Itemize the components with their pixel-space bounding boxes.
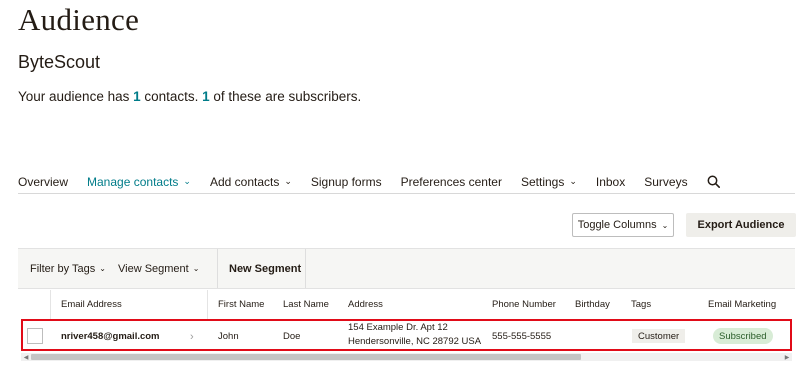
- new-segment-button[interactable]: New Segment: [218, 249, 306, 288]
- contacts-count: 1: [133, 89, 141, 104]
- filter-by-tags-label: Filter by Tags: [30, 262, 96, 275]
- row-checkbox[interactable]: [27, 328, 43, 344]
- nav-manage-contacts[interactable]: Manage contacts ⌄: [87, 173, 191, 191]
- export-audience-button[interactable]: Export Audience: [686, 213, 796, 237]
- search-icon[interactable]: [707, 175, 721, 189]
- nav-signup-forms-label: Signup forms: [310, 174, 382, 189]
- nav-add-contacts[interactable]: Add contacts ⌄: [210, 173, 292, 191]
- horizontal-scrollbar[interactable]: ◀ ▶: [21, 353, 792, 361]
- column-header-first-name[interactable]: First Name: [218, 299, 264, 310]
- row-phone: 555-555-5555: [492, 331, 552, 342]
- scroll-left-arrow-icon[interactable]: ◀: [21, 353, 31, 361]
- nav-surveys-label: Surveys: [644, 174, 688, 189]
- chevron-down-icon: ⌄: [661, 220, 669, 230]
- column-header-email[interactable]: Email Address: [61, 299, 122, 310]
- audience-nav: Overview Manage contacts ⌄ Add contacts ⌄ …: [18, 170, 795, 194]
- filter-bar: Filter by Tags ⌄ View Segment ⌄ New Segmen…: [18, 248, 795, 289]
- nav-manage-contacts-label: Manage contacts: [87, 174, 179, 189]
- column-header-phone[interactable]: Phone Number: [492, 299, 556, 310]
- toggle-columns-button[interactable]: Toggle Columns ⌄: [572, 213, 674, 237]
- summary-prefix: Your audience has: [18, 89, 134, 104]
- chevron-down-icon: ⌄: [569, 176, 577, 186]
- column-header-tags[interactable]: Tags: [631, 299, 651, 310]
- nav-preferences-center-label: Preferences center: [400, 174, 502, 189]
- view-segment-label: View Segment: [118, 262, 189, 275]
- status-badge: Subscribed: [713, 328, 773, 344]
- chevron-down-icon: ⌄: [183, 176, 191, 186]
- chevron-down-icon: ⌄: [99, 264, 106, 273]
- column-header-last-name[interactable]: Last Name: [283, 299, 329, 310]
- row-first-name: John: [218, 331, 239, 342]
- nav-overview-label: Overview: [18, 174, 69, 189]
- nav-overview[interactable]: Overview: [18, 173, 68, 191]
- nav-inbox-label: Inbox: [595, 174, 626, 189]
- nav-surveys[interactable]: Surveys: [644, 173, 687, 191]
- nav-inbox[interactable]: Inbox: [596, 173, 625, 191]
- nav-settings[interactable]: Settings ⌄: [521, 173, 577, 191]
- column-header-birthday[interactable]: Birthday: [575, 299, 610, 310]
- row-tag-badge[interactable]: Customer: [632, 329, 686, 343]
- toggle-columns-label: Toggle Columns: [577, 219, 657, 231]
- chevron-down-icon: ⌄: [284, 176, 292, 186]
- filter-by-tags-button[interactable]: Filter by Tags ⌄: [18, 249, 110, 288]
- row-last-name: Doe: [283, 331, 301, 342]
- nav-settings-label: Settings: [520, 174, 565, 189]
- scroll-right-arrow-icon[interactable]: ▶: [782, 353, 792, 361]
- summary-mid: contacts.: [140, 89, 203, 104]
- column-header-email-marketing[interactable]: Email Marketing: [708, 299, 776, 310]
- audience-name: ByteScout: [18, 52, 101, 72]
- row-address-line2: Hendersonville, NC 28792 USA: [348, 336, 482, 347]
- view-segment-button[interactable]: View Segment ⌄: [110, 249, 218, 288]
- nav-signup-forms[interactable]: Signup forms: [311, 173, 382, 191]
- nav-add-contacts-label: Add contacts: [209, 174, 280, 189]
- column-header-address[interactable]: Address: [348, 299, 383, 310]
- chevron-right-icon[interactable]: ›: [190, 331, 194, 343]
- chevron-down-icon: ⌄: [192, 264, 200, 273]
- table-row[interactable]: nriver458@gmail.com › John Doe 154 Examp…: [21, 319, 792, 351]
- scrollbar-thumb[interactable]: [31, 354, 581, 360]
- row-email[interactable]: nriver458@gmail.com: [61, 331, 160, 342]
- audience-summary: Your audience has 1 contacts. 1 of these…: [18, 89, 361, 104]
- row-address-line1: 154 Example Dr. Apt 12: [348, 322, 448, 333]
- table-header: Email Address First Name Last Name Addre…: [18, 290, 795, 318]
- nav-preferences-center[interactable]: Preferences center: [401, 173, 502, 191]
- subscribers-count: 1: [202, 89, 210, 104]
- summary-suffix: of these are subscribers.: [209, 89, 362, 104]
- page-title: Audience: [18, 2, 140, 37]
